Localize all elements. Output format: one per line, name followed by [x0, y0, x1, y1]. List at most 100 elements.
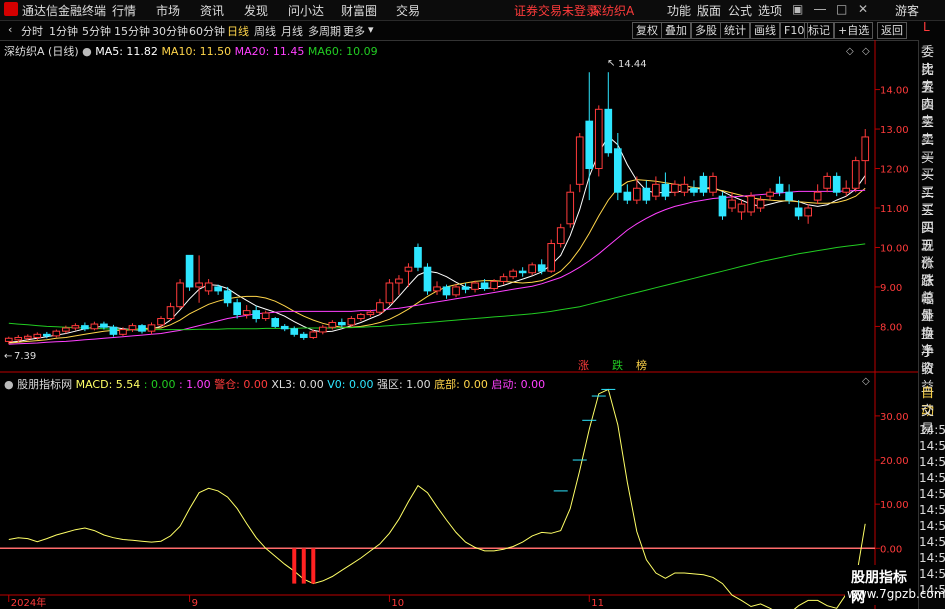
candle-down	[613, 148, 622, 193]
indicator-tick-label: 20.00	[880, 456, 909, 467]
period-monthly[interactable]: 月线	[281, 23, 303, 39]
v0-value: V0: 0.00	[327, 378, 374, 391]
period-multi[interactable]: 多周期	[308, 23, 341, 39]
candle-up	[128, 325, 137, 331]
sidebar-time: 14:56	[919, 551, 945, 565]
statistics-button[interactable]: 统计	[720, 22, 750, 39]
ma10-label: MA10: 11.50	[161, 45, 232, 58]
price-tick-label: 8.00	[880, 322, 902, 333]
candle-up	[90, 323, 99, 330]
candle-up	[737, 203, 746, 213]
candle-down	[623, 191, 632, 201]
menu-function[interactable]: 功能	[667, 2, 691, 19]
price-tick-label: 12.00	[880, 165, 909, 176]
sub-expand-icon[interactable]: ◇	[862, 376, 870, 387]
candle-up	[4, 337, 13, 342]
indicator-name[interactable]: 股朋指标网	[17, 378, 72, 391]
period-5min[interactable]: 5分钟	[82, 23, 111, 39]
value-b: : 1.00	[178, 378, 211, 391]
login-warning[interactable]: 证券交易未登录	[514, 2, 598, 19]
candle-down	[775, 183, 784, 193]
ma5-label: MA5: 11.82	[95, 45, 158, 58]
collapse-icon[interactable]: ◇	[862, 46, 870, 57]
menu-news[interactable]: 资讯	[200, 2, 224, 19]
candle-up	[357, 314, 365, 320]
low-arrow-icon: ←	[4, 351, 12, 362]
sidebar-time: 14:56	[919, 503, 945, 517]
app-logo-icon	[4, 2, 18, 16]
menu-layout[interactable]: 版面	[697, 2, 721, 19]
sidebar-time: 14:56	[919, 439, 945, 453]
quote-sidebar: L 委比 卖五 卖四 卖三 卖二 卖一 买一 买二 买三 买四 买五 现价 涨跌 涨幅 总量 外盘 换手 净资 收益…	[918, 20, 945, 609]
candle-up	[680, 183, 689, 193]
macd-value: MACD: 5.54	[75, 378, 141, 391]
date-tick-label: 11	[591, 598, 604, 609]
period-1min[interactable]: 1分钟	[49, 23, 78, 39]
close-icon[interactable]: ✕	[858, 2, 868, 16]
macd-line	[8, 388, 866, 609]
candle-up	[813, 191, 822, 201]
expand-icon[interactable]: ◇	[846, 46, 854, 57]
sidebar-time: 14:56	[919, 455, 945, 469]
maximize-icon[interactable]: □	[836, 2, 847, 16]
candle-up	[166, 306, 175, 320]
ma-line-ma10	[8, 179, 866, 344]
stock-chart[interactable]: 14.00 13.00 12.00 11.00 10.00 9.00 8.00 30.00 2…	[0, 40, 918, 609]
price-tick-label: 10.00	[880, 243, 909, 254]
minimize-icon[interactable]: ―	[814, 2, 826, 16]
back-button[interactable]: 返回	[877, 22, 907, 39]
chevron-left-icon[interactable]: ‹	[8, 23, 12, 36]
period-15min[interactable]: 15分钟	[114, 23, 150, 39]
candle-up	[376, 302, 384, 313]
main-legend: 深纺织A (日线) ● MA5: 11.82 MA10: 11.50 MA20:…	[4, 43, 378, 59]
skin-icon[interactable]: ▣	[792, 2, 803, 16]
add-watchlist-button[interactable]: +自选	[834, 22, 874, 39]
indicator-grid: 30.00 20.00 10.00 0.00	[0, 412, 909, 555]
candle-down	[271, 318, 280, 327]
overlay-button[interactable]: 叠加	[661, 22, 691, 39]
period-daily[interactable]: 日线	[227, 23, 249, 39]
indicator-settings-icon[interactable]: ●	[4, 378, 14, 391]
sidebar-time: 14:56	[919, 519, 945, 533]
mark-button[interactable]: 标记	[804, 22, 834, 39]
period-weekly[interactable]: 周线	[254, 23, 276, 39]
menu-market[interactable]: 市场	[156, 2, 180, 19]
sidebar-top-letter: L	[923, 20, 930, 34]
candle-down	[185, 254, 194, 288]
menu-discover[interactable]: 发现	[244, 2, 268, 19]
price-grid: 14.00 13.00 12.00 11.00 10.00 9.00 8.00	[875, 86, 909, 333]
bottom-value: 底部: 0.00	[434, 378, 488, 391]
guest-user[interactable]: 游客	[895, 2, 919, 19]
high-arrow-icon: ↖	[607, 58, 615, 69]
candle-up	[861, 136, 870, 162]
candle-down	[718, 195, 727, 217]
candle-up	[23, 335, 32, 339]
bottom-signal-bar	[311, 548, 316, 584]
candle-up	[366, 311, 375, 316]
period-60min[interactable]: 60分钟	[189, 23, 225, 39]
menu-wealth[interactable]: 财富圈	[341, 2, 377, 19]
period-30min[interactable]: 30分钟	[152, 23, 188, 39]
date-axis: 2024年 9 10 11	[8, 595, 604, 609]
candle-up	[851, 160, 860, 189]
candle-up	[242, 310, 251, 316]
multi-stock-button[interactable]: 多股	[691, 22, 721, 39]
price-tick-label: 13.00	[880, 125, 909, 136]
chevron-down-icon[interactable]: ▾	[368, 23, 374, 36]
high-price-label: 14.44	[618, 59, 647, 70]
draw-line-button[interactable]: 画线	[750, 22, 780, 39]
settings-icon[interactable]: ●	[82, 45, 92, 58]
period-more[interactable]: 更多	[343, 23, 365, 39]
menu-quotes[interactable]: 行情	[112, 2, 136, 19]
price-tick-label: 11.00	[880, 204, 909, 215]
menu-formula[interactable]: 公式	[728, 2, 752, 19]
menu-options[interactable]: 选项	[758, 2, 782, 19]
candle-down	[585, 120, 594, 170]
adjust-button[interactable]: 复权	[632, 22, 662, 39]
period-minute[interactable]: 分时	[21, 23, 43, 39]
menu-trade[interactable]: 交易	[396, 2, 420, 19]
stock-title[interactable]: 深纺织A (日线)	[4, 45, 79, 58]
menu-assistant[interactable]: 问小达	[288, 2, 324, 19]
candle-up	[33, 333, 42, 338]
indicator-legend: ● 股朋指标网 MACD: 5.54 : 0.00 : 1.00 警仓: 0.0…	[4, 376, 545, 392]
